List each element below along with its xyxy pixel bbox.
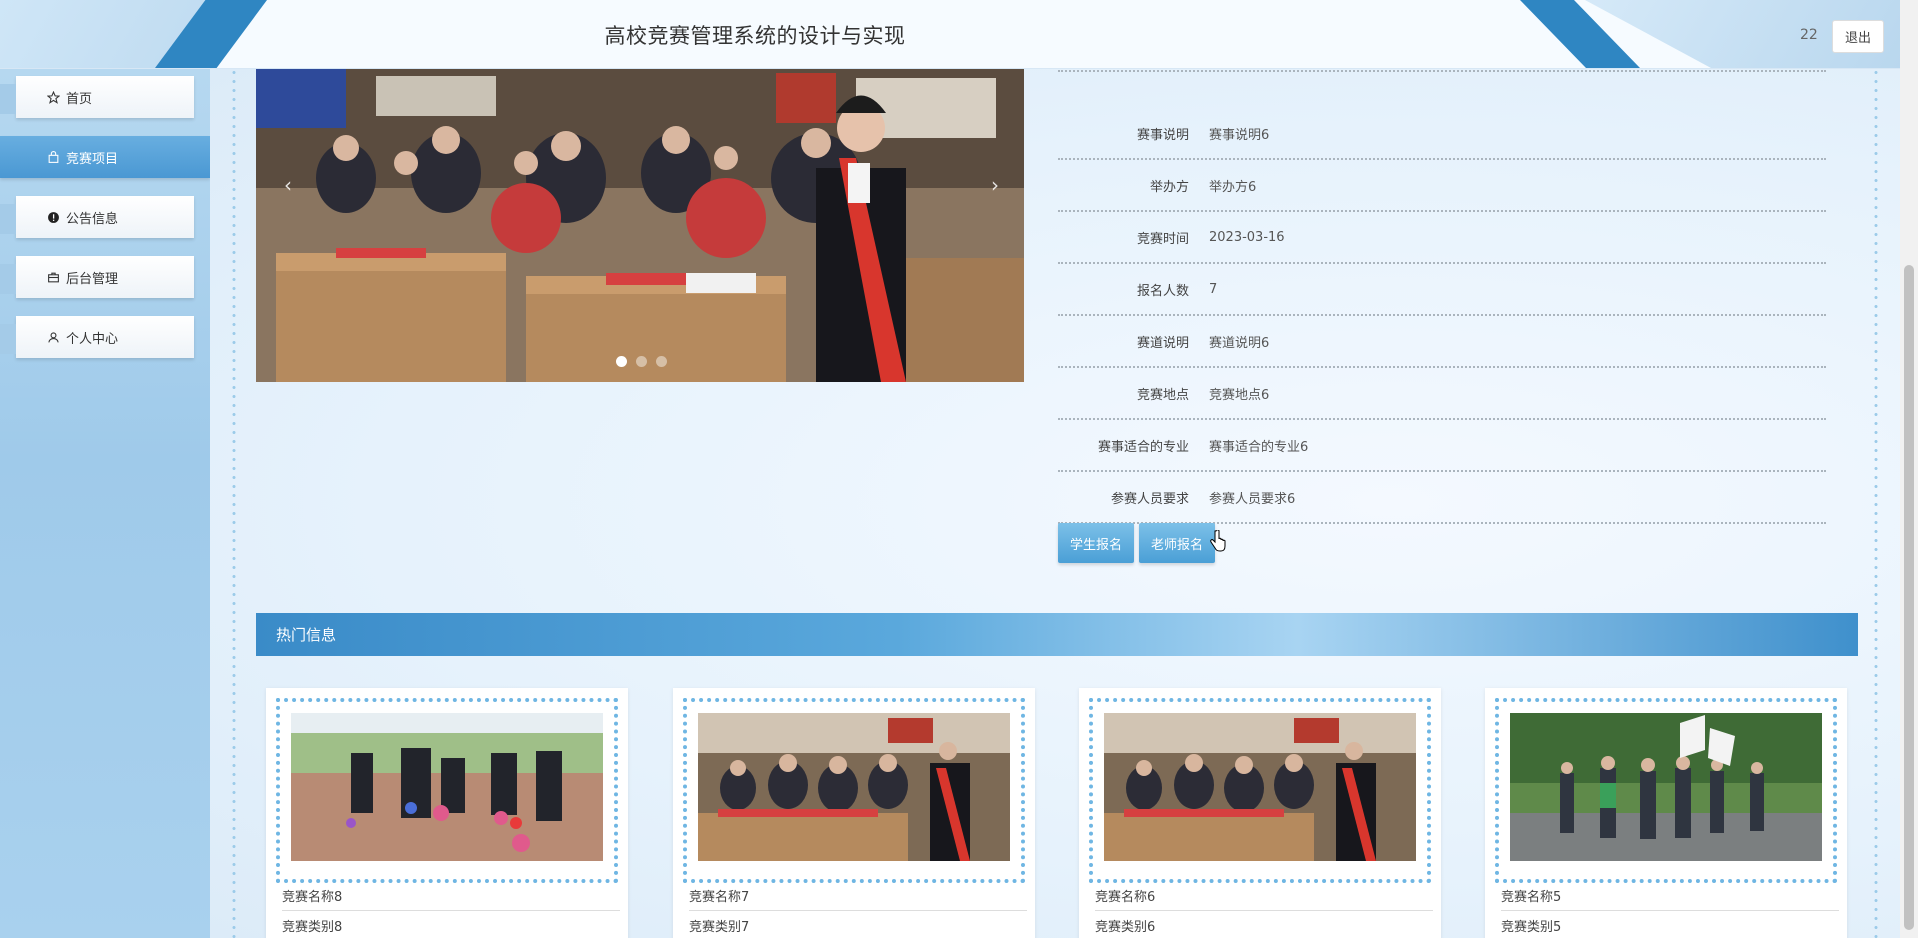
- hand-cursor-icon: [1210, 530, 1226, 552]
- carousel-prev-arrow[interactable]: ‹: [284, 173, 292, 197]
- detail-label: 赛事适合的专业: [1097, 439, 1189, 455]
- card-competition-name: 竞赛名称6: [1095, 886, 1433, 911]
- card-image: [1104, 713, 1416, 861]
- detail-value: 赛道说明6: [1209, 335, 1270, 351]
- student-signup-button[interactable]: 学生报名: [1058, 523, 1134, 563]
- detail-value: 竞赛地点6: [1209, 387, 1270, 403]
- briefcase-icon: [46, 270, 60, 284]
- detail-value: 2023-03-16: [1209, 229, 1285, 245]
- image-carousel[interactable]: ‹ ›: [256, 68, 1024, 382]
- main-content: ‹ › 赛事说明 赛事说明6 举办方 举办方6 竞赛时间 2023-03-16 …: [210, 68, 1900, 938]
- sidebar-item-label: 竞赛项目: [66, 151, 119, 167]
- sidebar-item-label: 首页: [66, 91, 93, 107]
- teacher-signup-button[interactable]: 老师报名: [1139, 523, 1215, 563]
- hot-card[interactable]: 竞赛名称7 竞赛类别7: [673, 688, 1035, 938]
- info-circle-icon: [46, 210, 60, 224]
- sidebar-item-competitions[interactable]: 竞赛项目: [0, 136, 210, 178]
- top-header: 高校竞赛管理系统的设计与实现 22 退出: [0, 0, 1900, 69]
- card-competition-category: 竞赛类别5: [1501, 920, 1562, 935]
- detail-row: 报名人数 7: [1058, 264, 1826, 316]
- hot-info-header: 热门信息: [256, 613, 1858, 656]
- detail-label: 举办方: [1149, 179, 1189, 195]
- detail-row: 竞赛地点 竞赛地点6: [1058, 368, 1826, 420]
- hot-card[interactable]: 竞赛名称5 竞赛类别5: [1485, 688, 1847, 938]
- scrollbar-thumb[interactable]: [1904, 265, 1914, 930]
- detail-row: 竞赛时间 2023-03-16: [1058, 212, 1826, 264]
- detail-row: 赛事说明 赛事说明6: [1058, 108, 1826, 160]
- current-user: 22: [1800, 27, 1818, 43]
- card-image: [291, 713, 603, 861]
- card-competition-category: 竞赛类别7: [689, 920, 750, 935]
- sidebar-item-admin[interactable]: 后台管理: [0, 256, 194, 298]
- bag-icon: [46, 150, 60, 164]
- card-image: [698, 713, 1010, 861]
- hot-card[interactable]: 竞赛名称6 竞赛类别6: [1079, 688, 1441, 938]
- detail-value: 赛事说明6: [1209, 127, 1270, 143]
- sidebar: 首页 竞赛项目 公告信息 后台管理 个人中心: [0, 68, 210, 938]
- sidebar-item-announcements[interactable]: 公告信息: [0, 196, 194, 238]
- carousel-dot[interactable]: [636, 356, 647, 367]
- detail-value: 赛事适合的专业6: [1209, 439, 1309, 455]
- carousel-photo: [256, 68, 1024, 382]
- detail-row: 赛事适合的专业 赛事适合的专业6: [1058, 420, 1826, 472]
- detail-value: 参赛人员要求6: [1209, 491, 1296, 507]
- detail-row: 举办方 举办方6: [1058, 160, 1826, 212]
- detail-value: 举办方6: [1209, 179, 1257, 195]
- carousel-next-arrow[interactable]: ›: [991, 173, 999, 197]
- detail-label: 赛道说明: [1136, 335, 1189, 351]
- card-competition-name: 竞赛名称7: [689, 886, 1027, 911]
- detail-label: 竞赛地点: [1136, 387, 1189, 403]
- card-image: [1510, 713, 1822, 861]
- vertical-scrollbar[interactable]: [1900, 0, 1918, 938]
- sidebar-item-home[interactable]: 首页: [0, 76, 194, 118]
- dotted-border-left: [232, 68, 236, 938]
- card-competition-name: 竞赛名称5: [1501, 886, 1839, 911]
- detail-row: 参赛人员要求 参赛人员要求6: [1058, 472, 1826, 524]
- sidebar-item-label: 个人中心: [66, 331, 119, 347]
- sidebar-item-profile[interactable]: 个人中心: [0, 316, 194, 358]
- sidebar-item-label: 公告信息: [66, 211, 119, 227]
- card-competition-name: 竞赛名称8: [282, 886, 620, 911]
- user-icon: [46, 330, 60, 344]
- card-competition-category: 竞赛类别8: [282, 920, 343, 935]
- detail-label: 报名人数: [1136, 283, 1189, 299]
- carousel-dot[interactable]: [656, 356, 667, 367]
- hot-card[interactable]: 竞赛名称8 竞赛类别8: [266, 688, 628, 938]
- sidebar-item-label: 后台管理: [66, 271, 119, 287]
- star-outline-icon: [46, 90, 60, 104]
- dotted-border-right: [1874, 68, 1878, 938]
- detail-row: 赛道说明 赛道说明6: [1058, 316, 1826, 368]
- card-competition-category: 竞赛类别6: [1095, 920, 1156, 935]
- detail-value: 7: [1209, 281, 1218, 297]
- site-title: 高校竞赛管理系统的设计与实现: [604, 24, 906, 48]
- detail-label: 参赛人员要求: [1110, 491, 1189, 507]
- detail-label: 赛事说明: [1136, 127, 1189, 143]
- carousel-dot[interactable]: [616, 356, 627, 367]
- logout-button[interactable]: 退出: [1832, 20, 1884, 53]
- detail-label: 竞赛时间: [1136, 231, 1189, 247]
